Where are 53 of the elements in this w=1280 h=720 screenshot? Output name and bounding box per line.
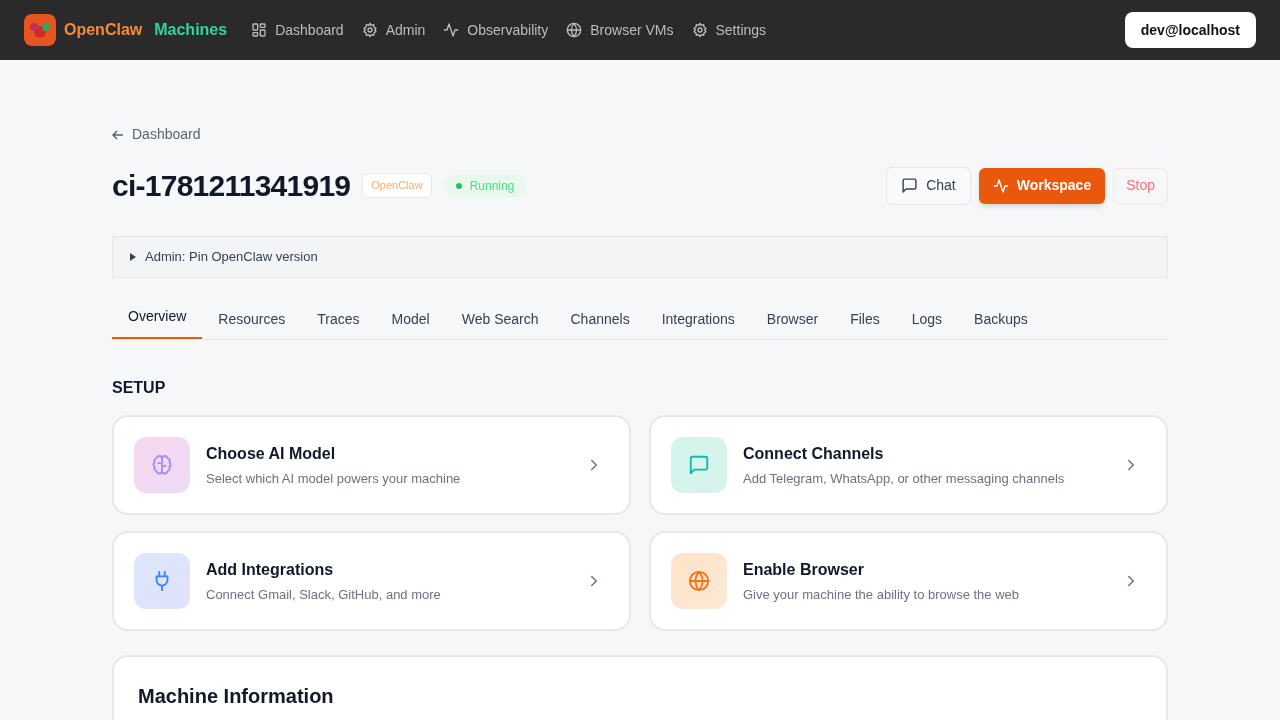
card-title: Choose AI Model xyxy=(206,443,337,464)
chat-icon xyxy=(901,177,919,194)
tab[interactable]: Resources xyxy=(202,300,302,339)
machine-name: ci-1781211341919 xyxy=(112,168,351,204)
settings-icon xyxy=(691,22,708,38)
card-description: Select which AI model powers your machine xyxy=(206,469,462,488)
tab[interactable]: Traces xyxy=(301,300,376,339)
globe-icon xyxy=(566,22,583,38)
logo-icon xyxy=(24,14,56,46)
tab[interactable]: Web Search xyxy=(445,300,555,339)
setup-card[interactable]: Enable Browser Give your machine the ability to browse the web xyxy=(649,531,1168,631)
admin-pin-disclosure[interactable]: Admin: Pin OpenClaw version xyxy=(112,236,1168,278)
back-link[interactable]: Dashboard xyxy=(112,124,201,145)
product-name: Machines xyxy=(154,20,228,40)
card-title: Enable Browser xyxy=(743,559,865,580)
setup-card[interactable]: Choose AI Model Select which AI model powers your machine xyxy=(112,415,631,515)
brand-name: OpenClaw xyxy=(64,20,143,40)
tab[interactable]: Channels xyxy=(554,300,646,339)
user-button[interactable]: dev@localhost xyxy=(1124,12,1256,48)
type-tag: OpenClaw xyxy=(362,173,432,198)
workspace-button[interactable]: Workspace xyxy=(978,167,1106,204)
card-description: Add Telegram, WhatsApp, or other messaging channels xyxy=(743,469,1066,488)
nav-link[interactable]: Settings xyxy=(691,19,767,41)
card-title: Add Integrations xyxy=(206,559,335,580)
disclosure-triangle-icon xyxy=(129,253,137,261)
nav-link[interactable]: Observability xyxy=(443,19,549,41)
settings-icon xyxy=(361,22,378,38)
tab[interactable]: Logs xyxy=(895,300,959,339)
tab[interactable]: Model xyxy=(375,300,446,339)
tab[interactable]: Browser xyxy=(750,300,835,339)
pulse-icon xyxy=(992,177,1009,194)
chat-icon xyxy=(688,454,710,476)
tab[interactable]: Files xyxy=(834,300,896,339)
grid-icon xyxy=(251,22,268,38)
setup-card[interactable]: Add Integrations Connect Gmail, Slack, GitHub, and more xyxy=(112,531,631,631)
tab[interactable]: Backups xyxy=(958,300,1044,339)
nav-link[interactable]: Browser VMs xyxy=(566,19,674,41)
card-title: Connect Channels xyxy=(743,443,885,464)
section-heading: SETUP xyxy=(112,378,167,398)
card-description: Connect Gmail, Slack, GitHub, and more xyxy=(206,585,442,604)
nav-link[interactable]: Admin xyxy=(361,19,426,41)
pulse-icon xyxy=(443,22,460,38)
back-arrow-icon xyxy=(112,128,124,141)
setup-card[interactable]: Connect Channels Add Telegram, WhatsApp, or other messaging channels xyxy=(649,415,1168,515)
globe-icon xyxy=(688,570,710,592)
brain-icon xyxy=(151,454,173,476)
status-badge: Running xyxy=(443,173,527,198)
tab[interactable]: Overview xyxy=(112,300,203,339)
nav-link[interactable]: Dashboard xyxy=(251,19,344,41)
card-description: Give your machine the ability to browse the web xyxy=(743,585,1021,604)
card-title: Machine Information xyxy=(138,684,335,709)
chat-button[interactable]: Chat xyxy=(886,166,971,205)
tab[interactable]: Integrations xyxy=(645,300,751,339)
